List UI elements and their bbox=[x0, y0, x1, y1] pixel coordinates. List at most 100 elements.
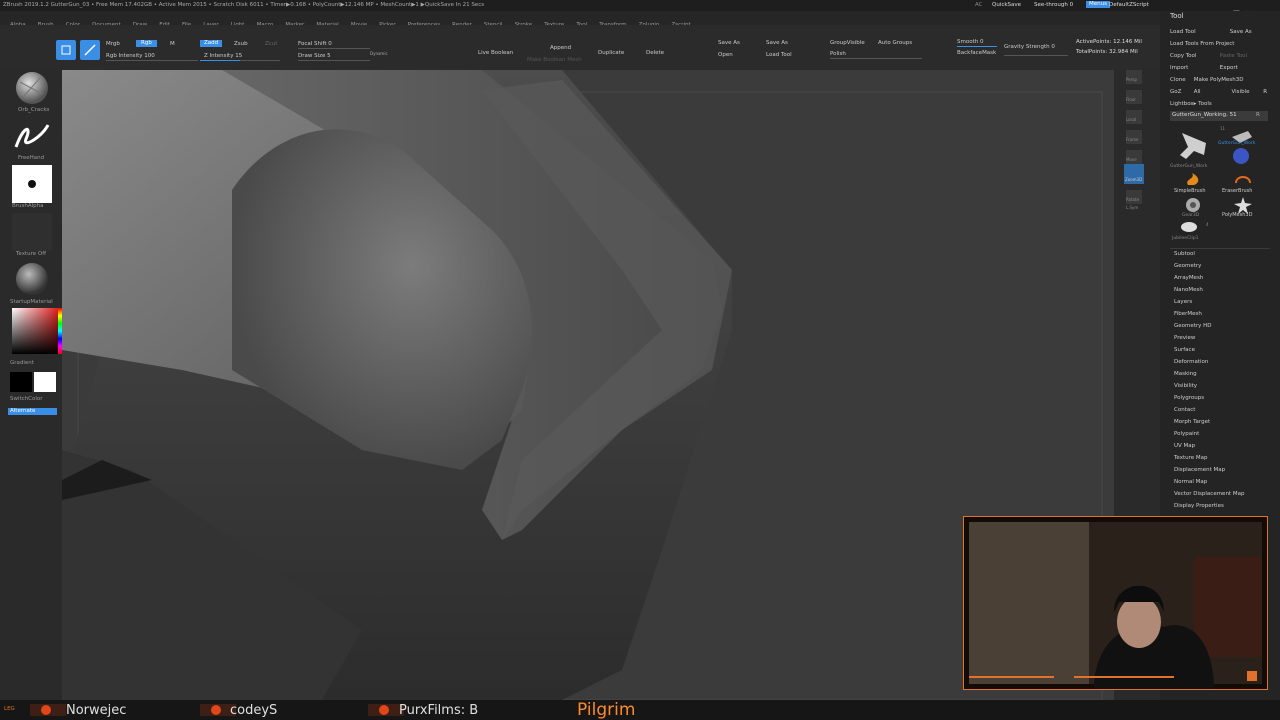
gravity-strength-slider[interactable]: Gravity Strength 0 bbox=[1004, 44, 1055, 51]
subpalette-item[interactable]: Subtool bbox=[1174, 251, 1195, 257]
group-visible-button[interactable]: GroupVisible bbox=[830, 40, 865, 47]
secondary-color-swatch[interactable] bbox=[10, 372, 32, 392]
live-boolean-button[interactable]: Live Boolean bbox=[478, 50, 513, 57]
quicksave-button[interactable]: QuickSave bbox=[992, 2, 1021, 9]
subpalette-item[interactable]: Deformation bbox=[1174, 359, 1208, 365]
subpalette-item[interactable]: Geometry HD bbox=[1174, 323, 1212, 329]
lightbox-tools-button[interactable]: Lightbox▸ Tools bbox=[1170, 101, 1212, 107]
eraser-brush-label: EraserBrush bbox=[1222, 188, 1253, 194]
rgb-intensity-slider[interactable]: Rgb Intensity 100 bbox=[106, 53, 155, 60]
save-as-button[interactable]: Save As bbox=[1230, 29, 1252, 35]
current-tool-slider[interactable]: GutterGun_Working. 51 R bbox=[1170, 111, 1268, 121]
dynamic-button[interactable]: Dynamic bbox=[370, 50, 388, 57]
current-tool-r[interactable]: R bbox=[1256, 112, 1260, 119]
brush-label: Orb_Cracks bbox=[18, 107, 50, 113]
make-polymesh3d-button[interactable]: Make PolyMesh3D bbox=[1194, 77, 1244, 83]
eraser-brush-thumb[interactable] bbox=[1232, 169, 1254, 189]
smooth-slider[interactable]: Smooth 0 bbox=[957, 39, 983, 46]
draw-size-slider[interactable]: Draw Size 5 bbox=[298, 53, 331, 60]
open-button[interactable]: Open bbox=[718, 52, 733, 59]
jubilee-clip-thumb[interactable] bbox=[1178, 219, 1200, 235]
mrgb-button[interactable]: Mrgb bbox=[106, 41, 120, 48]
simple-brush-thumb[interactable] bbox=[1182, 169, 1204, 189]
r-button[interactable]: R bbox=[1263, 89, 1267, 95]
paste-tool-button[interactable]: Paste Tool bbox=[1220, 53, 1247, 59]
subpalette-label: Normal Map bbox=[1174, 479, 1208, 485]
edit-button[interactable] bbox=[56, 40, 76, 60]
see-through-slider[interactable]: See-through 0 bbox=[1034, 2, 1073, 9]
goz-button[interactable]: GoZ bbox=[1170, 89, 1192, 95]
subpalette-label: Morph Target bbox=[1174, 419, 1211, 425]
subpalette-item[interactable]: Display Properties bbox=[1174, 503, 1224, 509]
local-label: Local bbox=[1126, 117, 1137, 122]
sculpt-model[interactable] bbox=[62, 70, 1114, 700]
polish-slider[interactable]: Polish bbox=[830, 51, 846, 58]
material-thumbnail[interactable] bbox=[12, 260, 52, 298]
menus-button[interactable]: Menus bbox=[1086, 1, 1110, 8]
make-boolean-mesh-button[interactable]: Make Boolean Mesh bbox=[527, 57, 582, 64]
texture-thumbnail[interactable] bbox=[12, 213, 52, 251]
all-button[interactable]: All bbox=[1194, 89, 1230, 95]
subpalette-label: Vector Displacement Map bbox=[1174, 491, 1245, 497]
draw-button[interactable] bbox=[80, 40, 100, 60]
focal-shift-slider[interactable]: Focal Shift 0 bbox=[298, 41, 332, 48]
visible-button[interactable]: Visible bbox=[1232, 89, 1262, 95]
duplicate-button[interactable]: Duplicate bbox=[598, 50, 624, 57]
subpalette-item[interactable]: Texture Map bbox=[1174, 455, 1208, 461]
subpalette-item[interactable]: Masking bbox=[1174, 371, 1197, 377]
stroke-thumbnail[interactable] bbox=[12, 117, 52, 155]
subpalette-item[interactable]: Displacement Map bbox=[1174, 467, 1225, 473]
subpalette-item[interactable]: Normal Map bbox=[1174, 479, 1207, 485]
color-picker[interactable] bbox=[12, 308, 58, 354]
alpha-thumbnail[interactable] bbox=[12, 165, 52, 203]
subpalette-item[interactable]: Geometry bbox=[1174, 263, 1201, 269]
subpalette-item[interactable]: ArrayMesh bbox=[1174, 275, 1203, 281]
clone-button[interactable]: Clone bbox=[1170, 77, 1192, 83]
load-tool-button[interactable]: Load Tool bbox=[766, 52, 792, 59]
subpalette-label: Layers bbox=[1174, 299, 1193, 305]
append-button[interactable]: Append bbox=[550, 45, 571, 52]
delete-button[interactable]: Delete bbox=[646, 50, 664, 57]
subpalette-item[interactable]: Surface bbox=[1174, 347, 1195, 353]
load-tool-button[interactable]: Load Tool bbox=[1170, 29, 1228, 35]
left-shelf: Orb_Cracks FreeHand BrushAlpha Texture O… bbox=[0, 70, 62, 700]
main-color-swatch[interactable] bbox=[34, 372, 56, 392]
top-shelf: Mrgb Rgb M Rgb Intensity 100 Zadd Zsub Z… bbox=[0, 25, 1160, 70]
subpalette-item[interactable]: Vector Displacement Map bbox=[1174, 491, 1244, 497]
alpha-brush-thumb[interactable] bbox=[1230, 145, 1252, 167]
stream-bar: LEG Norwejec codeyS PurxFilms: B Pilgrim bbox=[0, 700, 1280, 720]
subpalette-label: Polygroups bbox=[1174, 395, 1205, 401]
brush-thumbnail[interactable] bbox=[12, 70, 52, 106]
subpalette-item[interactable]: NanoMesh bbox=[1174, 287, 1203, 293]
alternate-button[interactable]: Alternate bbox=[8, 408, 57, 415]
viewport-canvas[interactable] bbox=[62, 70, 1114, 700]
subpalette-item[interactable]: Visibility bbox=[1174, 383, 1197, 389]
subpalette-item[interactable]: Morph Target bbox=[1174, 419, 1210, 425]
subpalette-item[interactable]: Layers bbox=[1174, 299, 1192, 305]
copy-tool-button[interactable]: Copy Tool bbox=[1170, 53, 1218, 59]
zsub-button[interactable]: Zsub bbox=[234, 41, 248, 48]
material-sphere-icon bbox=[16, 263, 48, 295]
subpalette-item[interactable]: Polypaint bbox=[1174, 431, 1199, 437]
subpalette-item[interactable]: Contact bbox=[1174, 407, 1195, 413]
subpalette-item[interactable]: Preview bbox=[1174, 335, 1195, 341]
tool-palette-title: Tool bbox=[1170, 12, 1184, 20]
m-button[interactable]: M bbox=[170, 41, 175, 48]
load-tools-from-project-button[interactable]: Load Tools From Project bbox=[1170, 41, 1234, 47]
zadd-button[interactable]: Zadd bbox=[200, 40, 223, 47]
subpalette-item[interactable]: FiberMesh bbox=[1174, 311, 1202, 317]
export-button[interactable]: Export bbox=[1220, 65, 1238, 71]
default-zscript-button[interactable]: DefaultZScript bbox=[1109, 2, 1149, 9]
switch-color-button[interactable]: SwitchColor bbox=[10, 396, 43, 403]
save-as-button[interactable]: Save As bbox=[718, 40, 740, 47]
rgb-button[interactable]: Rgb bbox=[136, 40, 157, 47]
tool-thumb-gutter-gun[interactable] bbox=[1170, 125, 1220, 163]
auto-groups-button[interactable]: Auto Groups bbox=[878, 40, 912, 47]
subpalette-item[interactable]: Polygroups bbox=[1174, 395, 1204, 401]
tool-save-as-button[interactable]: Save As bbox=[766, 40, 788, 47]
subpalette-item[interactable]: UV Map bbox=[1174, 443, 1195, 449]
backface-mask-button[interactable]: BackfaceMask bbox=[957, 50, 996, 57]
import-button[interactable]: Import bbox=[1170, 65, 1218, 71]
zcut-button[interactable]: Zcut bbox=[265, 41, 277, 48]
z-intensity-slider[interactable]: Z Intensity 15 bbox=[204, 53, 242, 60]
